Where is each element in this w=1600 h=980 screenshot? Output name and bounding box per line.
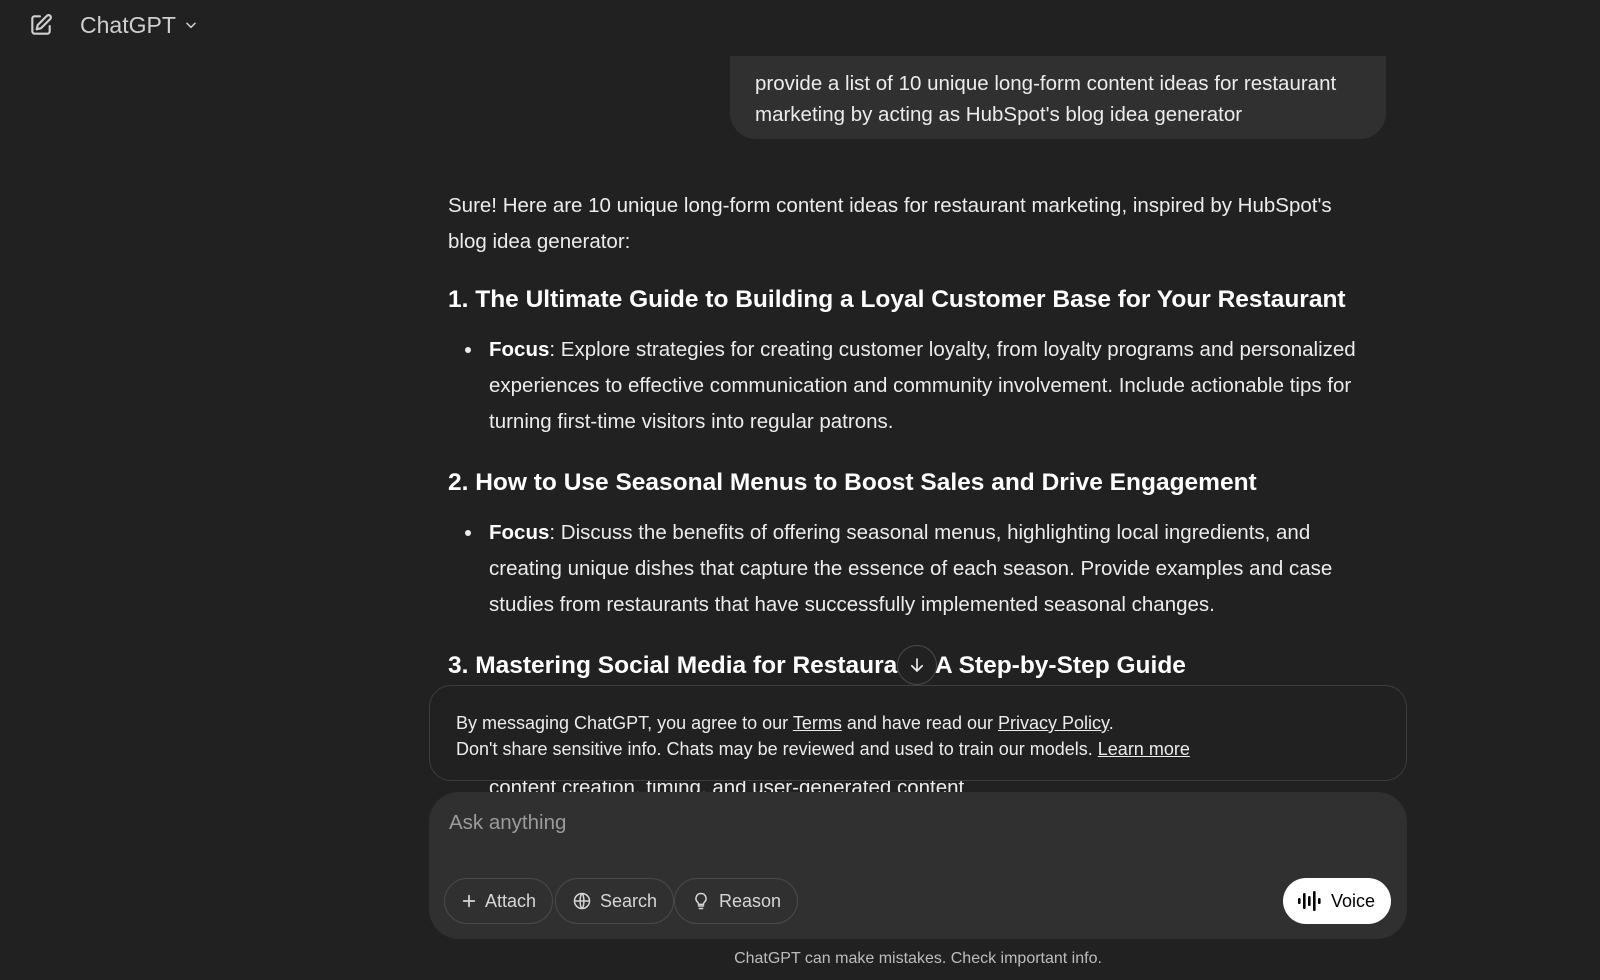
focus-text: turning first-time visitors into regular…: [489, 410, 894, 433]
focus-text: studies from restaurants that have succe…: [489, 593, 1215, 616]
header: ChatGPT: [0, 0, 1600, 50]
message-input[interactable]: [449, 806, 1349, 840]
focus-text: creating unique dishes that capture the …: [489, 557, 1333, 580]
voice-button[interactable]: Voice: [1282, 878, 1391, 924]
assistant-intro: Sure! Here are 10 unique long-form conte…: [448, 188, 1368, 260]
heading-part: s: A Step-by-Step Guide: [907, 652, 1186, 679]
reason-label: Reason: [719, 890, 782, 911]
focus-text: experiences to effective communication a…: [489, 374, 1352, 397]
voice-waveform-icon: [1297, 891, 1321, 911]
disclaimer-text: and have read our: [841, 713, 998, 733]
assistant-message: Sure! Here are 10 unique long-form conte…: [448, 188, 1388, 679]
idea-heading-2: 2. How to Use Seasonal Menus to Boost Sa…: [448, 469, 1257, 496]
reason-button[interactable]: Reason: [674, 878, 799, 924]
message-composer: Attach Search Reason Voice: [429, 792, 1407, 939]
lightbulb-icon: [695, 892, 707, 910]
focus-text: : Discuss the benefits of offering seaso…: [549, 521, 1311, 544]
attach-button[interactable]: Attach: [444, 878, 554, 924]
user-message-bubble: provide a list of 10 unique long-form co…: [730, 56, 1386, 139]
privacy-policy-link[interactable]: Privacy Policy: [998, 713, 1109, 733]
terms-link[interactable]: Terms: [793, 713, 842, 733]
disclaimer-text: Don't share sensitive info. Chats may be…: [456, 739, 1098, 759]
idea-heading-1: 1. The Ultimate Guide to Building a Loya…: [448, 286, 1346, 313]
intro-line: blog idea generator:: [448, 230, 631, 253]
idea-heading-3: 3. Mastering Social Media for Restaura s:…: [448, 652, 1186, 680]
edit-icon: [31, 14, 52, 35]
scroll-to-bottom-button[interactable]: [897, 645, 937, 685]
disclaimer-text: By messaging ChatGPT, you agree to our: [456, 713, 793, 733]
model-selector[interactable]: ChatGPT: [80, 8, 198, 42]
globe-icon: [573, 892, 591, 910]
chat-page: ChatGPT provide a list of 10 unique long…: [0, 0, 1600, 980]
focus-text: : Explore strategies for creating custom…: [549, 338, 1356, 361]
voice-label: Voice: [1330, 890, 1375, 911]
idea-focus-2: Focus: Discuss the benefits of offering …: [465, 515, 1389, 623]
focus-label: Focus: [489, 338, 550, 361]
search-button[interactable]: Search: [555, 878, 675, 924]
footer-note: ChatGPT can make mistakes. Check importa…: [734, 950, 1102, 967]
chevron-down-icon: [186, 22, 196, 29]
terms-disclaimer: By messaging ChatGPT, you agree to our T…: [429, 685, 1407, 781]
new-chat-button[interactable]: [26, 10, 56, 40]
disclaimer-text: .: [1108, 713, 1114, 733]
heading-part: 3. Mastering Social Media for Restaura: [448, 652, 898, 679]
idea-focus-1: Focus: Explore strategies for creating c…: [465, 332, 1389, 440]
arrow-down-icon: [910, 658, 924, 672]
plus-icon: [462, 894, 476, 908]
focus-label: Focus: [489, 521, 550, 544]
intro-line: Sure! Here are 10 unique long-form conte…: [448, 194, 1332, 217]
learn-more-link[interactable]: Learn more: [1098, 739, 1190, 759]
user-message-line: marketing by acting as HubSpot's blog id…: [755, 103, 1243, 126]
model-name: ChatGPT: [80, 11, 176, 38]
attach-label: Attach: [485, 890, 537, 911]
search-label: Search: [600, 890, 658, 911]
user-message-line: provide a list of 10 unique long-form co…: [755, 72, 1337, 95]
